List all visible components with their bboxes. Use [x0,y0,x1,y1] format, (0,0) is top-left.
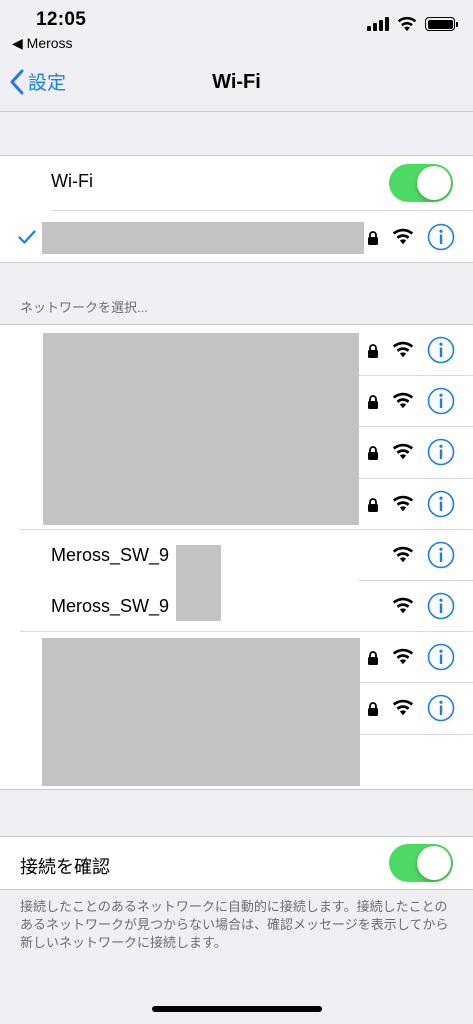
info-icon[interactable] [427,643,455,671]
info-icon[interactable] [427,541,455,569]
lock-icon [368,651,378,665]
wifi-label: Wi-Fi [51,171,93,191]
info-icon[interactable] [427,223,455,251]
back-to-app-link[interactable]: ◀ Meross [12,35,73,52]
wifi-status-icon [397,16,417,32]
network-list-group: Meross_SW_9 Meross_SW_9 [0,324,473,790]
page-title: Wi-Fi [212,71,261,93]
ask-to-join-group: 接続を確認 [0,836,473,890]
status-icons [367,16,458,32]
status-bar: 12:05 ◀ Meross [0,0,473,56]
home-indicator[interactable] [152,1006,322,1012]
network-row[interactable]: Meross_SW_9 [0,530,473,581]
network-row[interactable]: Meross_SW_9 [0,581,473,632]
wifi-signal-icon [392,648,414,665]
wifi-toggle-switch[interactable] [389,164,453,202]
checkmark-icon [18,230,36,244]
wifi-signal-icon [392,699,414,716]
wifi-signal-icon [392,495,414,512]
redacted-network-names-block [42,638,360,786]
info-icon[interactable] [427,490,455,518]
redacted-ssid-suffix [176,545,221,621]
ask-to-join-toggle[interactable] [389,844,453,882]
ask-to-join-label: 接続を確認 [20,857,110,877]
choose-network-header: ネットワークを選択... [20,300,148,315]
battery-icon [425,17,458,31]
wifi-signal-icon [392,443,414,460]
status-time: 12:05 [36,9,87,30]
redacted-network-names-block [43,333,359,525]
cellular-signal-icon [367,17,389,31]
wifi-signal-icon [392,597,414,614]
wifi-signal-icon [392,341,414,358]
wifi-signal-icon [392,392,414,409]
lock-icon [368,395,378,409]
lock-icon [368,344,378,358]
info-icon[interactable] [427,438,455,466]
lock-icon [368,702,378,716]
wifi-signal-icon [392,228,414,245]
ask-to-join-description: 接続したことのあるネットワークに自動的に接続します。接続したことのあるネットワー… [20,899,449,950]
network-name: Meross_SW_9 [51,545,170,565]
wifi-signal-icon [392,546,414,563]
redacted-network-name [42,222,364,254]
connected-network-row[interactable] [0,211,473,262]
info-icon[interactable] [427,694,455,722]
info-icon[interactable] [427,592,455,620]
network-name: Meross_SW_9 [51,596,170,616]
lock-icon [368,231,378,245]
navigation-bar: 設定 Wi-Fi [0,56,473,112]
lock-icon [368,498,378,512]
wifi-toggle-row: Wi-Fi [0,156,473,207]
wifi-toggle-group: Wi-Fi [0,155,473,263]
info-icon[interactable] [427,387,455,415]
info-icon[interactable] [427,336,455,364]
lock-icon [368,446,378,460]
